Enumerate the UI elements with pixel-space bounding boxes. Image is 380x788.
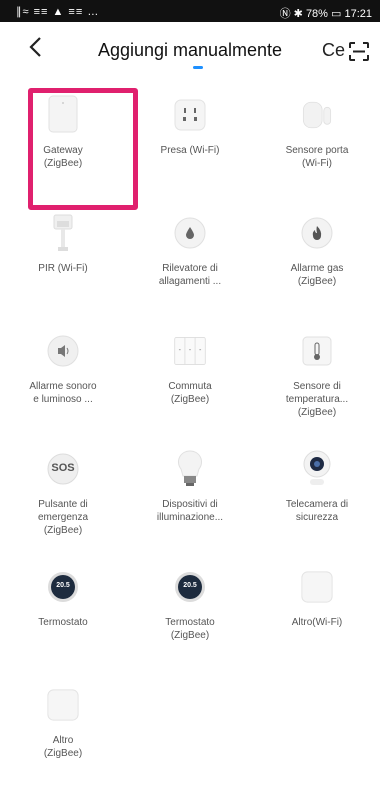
device-tile-11[interactable]: Telecamera di sicurezza xyxy=(254,434,380,552)
device-label: Telecamera di sicurezza xyxy=(285,499,349,523)
status-bar: ∥≈ ≡≡ ▲ ≡≡ … Ⓝ ✱ 78% ▭ 17:21 xyxy=(0,0,380,22)
device-badge: 20.5 xyxy=(183,582,197,589)
gas-alarm-icon xyxy=(300,216,334,250)
door-sensor-icon xyxy=(300,98,334,132)
pir-icon xyxy=(46,214,80,251)
device-tile-13[interactable]: 20.5 Termostato (ZigBee) xyxy=(127,552,253,670)
water-leak-icon xyxy=(173,216,207,250)
device-tile-2[interactable]: Sensore porta (Wi-Fi) xyxy=(254,80,380,198)
device-label: Sensore di temperatura... (ZigBee) xyxy=(285,381,349,418)
switch-icon xyxy=(173,334,207,368)
device-tile-6[interactable]: Allarme sonoro e luminoso ... xyxy=(0,316,126,434)
device-label: Rilevatore di allagamenti ... xyxy=(158,263,222,287)
device-badge: SOS xyxy=(51,462,75,474)
device-tile-4[interactable]: Rilevatore di allagamenti ... xyxy=(127,198,253,316)
temperature-sensor-icon xyxy=(300,334,334,368)
device-label: Dispositivi di illuminazione... xyxy=(156,499,224,523)
device-label: Allarme gas (ZigBee) xyxy=(290,263,344,287)
device-label: Pulsante di emergenza (ZigBee) xyxy=(37,499,89,536)
sos-button-icon: SOS xyxy=(46,452,80,486)
device-tile-14[interactable]: Altro(Wi-Fi) xyxy=(254,552,380,670)
device-tile-10[interactable]: Dispositivi di illuminazione... xyxy=(127,434,253,552)
scan-icon[interactable] xyxy=(349,42,369,61)
thermostat-icon: 20.5 xyxy=(173,570,207,604)
device-label: Altro (ZigBee) xyxy=(43,735,83,759)
device-label: Presa (Wi-Fi) xyxy=(160,145,220,156)
tab-next[interactable]: Ce xyxy=(322,40,345,61)
device-label: Termostato (ZigBee) xyxy=(165,617,215,641)
device-tile-7[interactable]: Commuta (ZigBee) xyxy=(127,316,253,434)
status-right: Ⓝ ✱ 78% ▭ 17:21 xyxy=(279,8,372,20)
device-tile-12[interactable]: 20.5 Termostato xyxy=(0,552,126,670)
generic-device-icon xyxy=(46,688,80,722)
device-label: Termostato xyxy=(38,617,88,628)
generic-device-icon xyxy=(300,570,334,604)
device-label: Sensore porta (Wi-Fi) xyxy=(285,145,349,169)
device-tile-15[interactable]: Altro (ZigBee) xyxy=(0,670,126,788)
device-badge: 20.5 xyxy=(56,582,70,589)
device-tile-5[interactable]: Allarme gas (ZigBee) xyxy=(254,198,380,316)
device-label: Allarme sonoro e luminoso ... xyxy=(29,381,97,405)
header: Aggiungi manualmente Ce xyxy=(0,22,380,76)
selection-highlight xyxy=(28,88,138,210)
device-label: Altro(Wi-Fi) xyxy=(291,617,343,628)
bulb-icon xyxy=(173,450,207,486)
device-label: PIR (Wi-Fi) xyxy=(38,263,88,274)
active-tab-indicator xyxy=(193,66,203,69)
device-tile-1[interactable]: Presa (Wi-Fi) xyxy=(127,80,253,198)
thermostat-icon: 20.5 xyxy=(46,570,80,604)
device-tile-3[interactable]: PIR (Wi-Fi) xyxy=(0,198,126,316)
device-tile-8[interactable]: Sensore di temperatura... (ZigBee) xyxy=(254,316,380,434)
siren-icon xyxy=(46,334,80,368)
device-label: Commuta (ZigBee) xyxy=(168,381,212,405)
plug-icon xyxy=(173,98,207,132)
camera-icon xyxy=(300,450,334,486)
status-icons-left: ∥≈ ≡≡ ▲ ≡≡ … xyxy=(16,6,100,18)
device-tile-9[interactable]: SOS Pulsante di emergenza (ZigBee) xyxy=(0,434,126,552)
